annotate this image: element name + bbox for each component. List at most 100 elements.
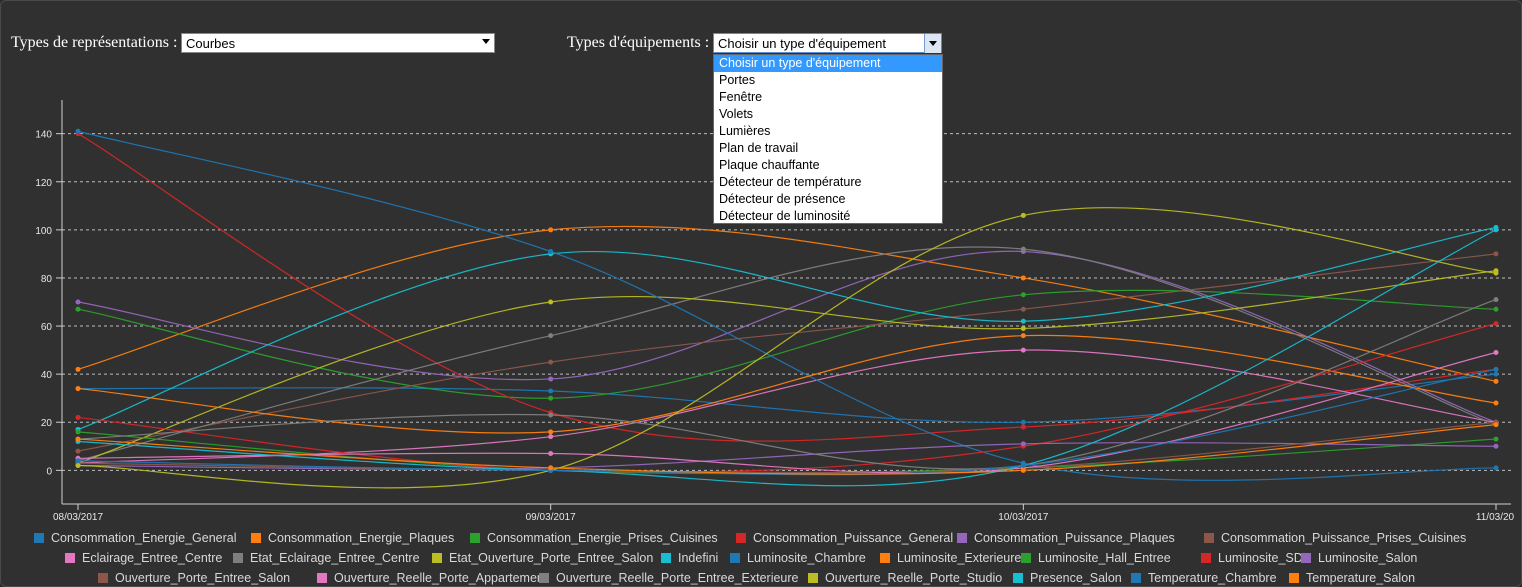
dropdown-option[interactable]: Détecteur de luminosité	[714, 208, 942, 225]
data-point	[1020, 419, 1026, 425]
legend-label: Consommation_Energie_General	[51, 531, 237, 545]
dropdown-option[interactable]: Détecteur de température	[714, 174, 942, 191]
legend-item: Etat_Ouverture_Porte_Entree_Salon	[432, 551, 653, 565]
y-tick-label: 40	[41, 370, 53, 381]
data-point	[548, 388, 554, 394]
series-line	[77, 229, 1497, 487]
data-point	[1493, 350, 1499, 355]
legend-swatch	[661, 553, 671, 563]
legend-label: Eclairage_Entree_Centre	[82, 551, 223, 565]
legend-swatch	[1131, 573, 1141, 583]
data-point	[1493, 436, 1499, 442]
data-point	[548, 395, 554, 401]
legend-label: Etat_Eclairage_Entree_Centre	[250, 551, 420, 565]
legend-item: Ouverture_Reelle_Porte_Studio	[808, 571, 1002, 585]
data-point	[548, 465, 554, 471]
data-point	[1493, 443, 1499, 449]
data-point	[75, 366, 81, 372]
data-point	[75, 386, 81, 392]
app-frame: Types de représentations : Courbes Types…	[0, 0, 1522, 587]
legend-item: Ouverture_Reelle_Porte_Appartement	[317, 571, 547, 585]
dropdown-option[interactable]: Détecteur de présence	[714, 191, 942, 208]
legend-item: Luminosite_SDB	[1201, 551, 1311, 565]
legend-item: Etat_Eclairage_Entree_Centre	[233, 551, 420, 565]
dropdown-option[interactable]: Choisir un type d'équipement	[714, 55, 942, 72]
data-point	[1493, 465, 1499, 471]
legend-item: Eclairage_Entree_Centre	[65, 551, 222, 565]
legend-label: Temperature_Chambre	[1148, 571, 1277, 585]
legend-label: Luminosite_Hall_Entree	[1038, 551, 1171, 565]
y-tick-label: 120	[35, 178, 52, 189]
data-point	[548, 429, 554, 435]
data-point	[1020, 463, 1026, 469]
data-point	[548, 333, 554, 339]
series-line	[77, 270, 1497, 464]
legend-label: Luminosite_Chambre	[747, 551, 866, 565]
data-point	[1493, 321, 1499, 327]
legend-swatch	[957, 533, 967, 543]
data-point	[1020, 318, 1026, 324]
legend-label: Temperature_Salon	[1306, 571, 1416, 585]
legend-swatch	[880, 553, 890, 563]
legend-item: Ouverture_Reelle_Porte_Entree_Exterieure	[539, 571, 799, 585]
dropdown-option[interactable]: Plaque chauffante	[714, 157, 942, 174]
data-point	[1020, 333, 1026, 339]
dropdown-option[interactable]: Volets	[714, 106, 942, 123]
data-point	[75, 436, 81, 442]
data-point	[75, 414, 81, 420]
legend-swatch	[1013, 573, 1023, 583]
legend-label: Consommation_Puissance_General	[753, 531, 954, 545]
legend-label: Consommation_Puissance_Plaques	[974, 531, 1175, 545]
legend-swatch	[1204, 533, 1214, 543]
data-point	[548, 227, 554, 233]
legend-swatch	[1201, 553, 1211, 563]
dropdown-option[interactable]: Fenêtre	[714, 89, 942, 106]
data-point	[1493, 297, 1499, 303]
series-line	[77, 351, 1497, 474]
data-point	[75, 306, 81, 312]
legend-swatch	[730, 553, 740, 563]
legend-item: Consommation_Puissance_Plaques	[957, 531, 1175, 545]
data-point	[1493, 400, 1499, 406]
legend-item: Consommation_Puissance_Prises_Cuisines	[1204, 531, 1466, 545]
data-point	[75, 463, 81, 469]
x-tick-label: 11/03/20	[1476, 512, 1515, 523]
legend-item: Consommation_Energie_Plaques	[251, 531, 454, 545]
dropdown-option[interactable]: Plan de travail	[714, 140, 942, 157]
data-point	[1020, 306, 1026, 312]
x-tick-label: 09/03/2017	[526, 512, 576, 523]
data-point	[75, 448, 81, 454]
series-line	[77, 323, 1497, 473]
dropdown-option[interactable]: Portes	[714, 72, 942, 89]
data-point	[1020, 441, 1026, 447]
legend-swatch	[1289, 573, 1299, 583]
data-point	[1493, 270, 1499, 276]
legend-item: Temperature_Chambre	[1131, 571, 1277, 585]
legend-label: Consommation_Energie_Prises_Cuisines	[487, 531, 718, 545]
legend-label: Ouverture_Reelle_Porte_Appartement	[334, 571, 548, 585]
series-line	[77, 253, 1497, 452]
legend-item: Presence_Salon	[1013, 571, 1122, 585]
data-point	[1493, 306, 1499, 312]
legend-label: Indefini	[678, 551, 719, 565]
legend-swatch	[432, 553, 442, 563]
dropdown-option[interactable]: Lumières	[714, 123, 942, 140]
series-line	[77, 421, 1497, 474]
legend-item: Indefini	[661, 551, 718, 565]
data-point	[548, 249, 554, 254]
legend-label: Ouverture_Porte_Entree_Salon	[115, 571, 291, 585]
legend-swatch	[1301, 553, 1311, 563]
legend-swatch	[736, 533, 746, 543]
data-point	[75, 128, 81, 134]
data-point	[548, 359, 554, 365]
legend-swatch	[233, 553, 243, 563]
legend-swatch	[470, 533, 480, 543]
data-point	[75, 429, 81, 435]
legend-item: Consommation_Energie_Prises_Cuisines	[470, 531, 718, 545]
legend-swatch	[251, 533, 261, 543]
data-point	[1020, 246, 1026, 252]
series-line	[77, 373, 1497, 424]
legend-item: Consommation_Puissance_General	[736, 531, 953, 545]
data-point	[548, 299, 554, 305]
data-point	[1020, 275, 1026, 281]
